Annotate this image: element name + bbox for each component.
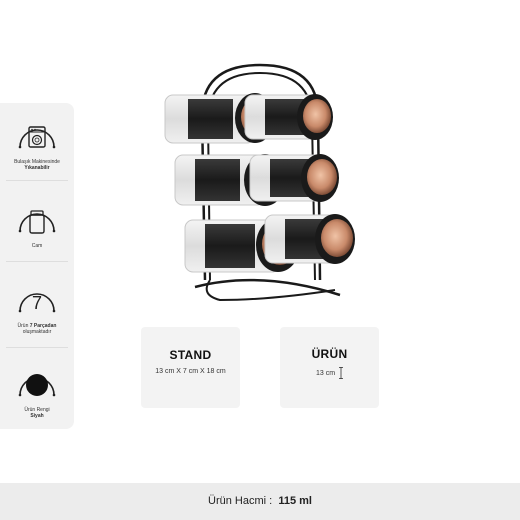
product-value-row: 13 cm xyxy=(280,367,379,379)
seven-number: 7 xyxy=(32,293,42,313)
divider xyxy=(6,347,68,348)
feature-pieces: 7 Ürün 7 Parçadan oluşmaktadır xyxy=(0,281,74,335)
divider xyxy=(6,261,68,262)
divider xyxy=(6,180,68,181)
volume-value: 115 ml xyxy=(278,495,312,507)
glass-jar-icon xyxy=(18,210,56,234)
jar-row-1 xyxy=(164,93,333,144)
product-dimensions-card: ÜRÜN 13 cm xyxy=(280,327,379,408)
dishwasher-icon xyxy=(18,126,56,149)
volume-bar: Ürün Hacmi : 115 ml xyxy=(0,483,520,520)
black-color-swatch-icon xyxy=(18,374,56,397)
text-cursor-icon xyxy=(339,367,344,379)
jar-row-3 xyxy=(184,214,355,273)
product-title: ÜRÜN xyxy=(311,347,348,361)
stand-title: STAND xyxy=(169,348,212,362)
feature-color-line2: Siyah xyxy=(30,413,44,419)
feature-dishwasher-line2: Yıkanabilir xyxy=(24,165,50,171)
feature-pieces-line2: oluşmaktadır xyxy=(22,329,52,335)
seven-icon: 7 xyxy=(18,293,56,313)
feature-color: Ürün Rengi Siyah xyxy=(0,365,74,419)
feature-dishwasher: Bulaşık Makinesinde Yıkanabilir xyxy=(0,117,74,171)
features-sidebar: Bulaşık Makinesinde Yıkanabilir Cam 7 Ür… xyxy=(0,103,74,429)
jar-row-2 xyxy=(174,154,339,206)
volume-label: Ürün Hacmi : xyxy=(208,495,273,507)
feature-glass: Cam xyxy=(0,201,74,249)
feature-glass-line1: Cam xyxy=(31,243,43,249)
stand-value: 13 cm X 7 cm X 18 cm xyxy=(155,368,226,375)
stand-dimensions-card: STAND 13 cm X 7 cm X 18 cm xyxy=(141,327,240,408)
product-value: 13 cm xyxy=(315,369,336,377)
product-image xyxy=(164,63,355,302)
